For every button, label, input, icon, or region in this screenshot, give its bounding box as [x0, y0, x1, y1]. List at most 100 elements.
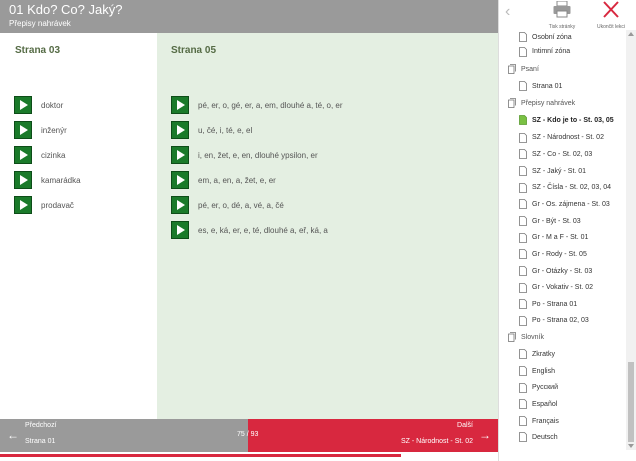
scroll-up-arrow-icon[interactable]: [628, 32, 634, 36]
current-page-icon: [519, 115, 527, 125]
play-icon: [176, 125, 185, 135]
tree-item-label: Deutsch: [532, 433, 558, 441]
audio-row-text: doktor: [41, 100, 64, 110]
tree-item[interactable]: Zkratky: [519, 347, 555, 361]
close-icon: [603, 1, 619, 18]
tree-item[interactable]: Strana 01: [519, 79, 562, 93]
tree-item[interactable]: Gr - M a F - St. 01: [519, 231, 588, 245]
tree-item-label: Gr - M a F - St. 01: [532, 234, 589, 241]
tree-item[interactable]: Русский: [519, 381, 558, 395]
tree-item-label: Přepisy nahrávek: [521, 99, 576, 107]
tree-item[interactable]: Po - Strana 01: [519, 297, 577, 311]
folder-pages-icon: [508, 332, 516, 342]
scroll-down-arrow-icon[interactable]: [628, 444, 634, 448]
play-icon: [19, 200, 28, 210]
play-audio-button[interactable]: [14, 196, 32, 214]
tree-group-header: Slovník: [508, 330, 544, 344]
folder-pages-icon: [508, 64, 516, 74]
tree-item-label: Psaní: [521, 65, 539, 73]
audio-row-text: kamarádka: [41, 175, 81, 185]
tree-item-label: SZ - Co - St. 02, 03: [532, 150, 593, 158]
audio-row: em, a, en, a, žet, e, er: [171, 171, 276, 189]
tree-item[interactable]: Gr - Vokativ - St. 02: [519, 281, 593, 295]
back-chevron-icon[interactable]: ‹: [505, 3, 510, 21]
play-icon: [19, 175, 28, 185]
lesson-progress-fill: [0, 454, 402, 457]
tree-item[interactable]: Gr - Os. zájmena - St. 03: [519, 197, 610, 211]
tree-item[interactable]: SZ - Co - St. 02, 03: [519, 147, 592, 161]
page-icon: [519, 182, 527, 193]
tree-item[interactable]: Deutsch: [519, 430, 558, 444]
column-heading: Strana 05: [171, 45, 217, 56]
tree-item-label: Gr - Vokativ - St. 02: [532, 284, 594, 291]
page-header: 01 Kdo? Co? Jaký? Přepisy nahrávek: [0, 0, 498, 33]
page-icon: [519, 315, 527, 326]
audio-row-text: prodavač: [41, 200, 74, 210]
tree-item-label: Español: [532, 400, 558, 408]
page-icon: [519, 416, 527, 426]
audio-row: pé, er, o, gé, er, a, em, dlouhé a, té, …: [171, 96, 343, 114]
tree-item-current[interactable]: SZ - Kdo je to - St. 03, 05: [519, 113, 614, 127]
tree-item-label: Français: [532, 417, 559, 425]
previous-target: Strana 01: [25, 438, 56, 445]
play-audio-button[interactable]: [171, 96, 189, 114]
play-audio-button[interactable]: [171, 121, 189, 139]
previous-button[interactable]: ← Předchozí Strana 01: [0, 419, 248, 452]
page-icon: [519, 299, 527, 309]
page-navigation: ← Předchozí Strana 01 75 / 93 → Další SZ…: [0, 419, 498, 452]
play-icon: [176, 200, 185, 210]
tree-item[interactable]: Osobní zóna: [519, 30, 572, 44]
play-audio-button[interactable]: [171, 196, 189, 214]
play-icon: [176, 175, 185, 185]
tree-item-label: Intimní zóna: [532, 48, 571, 55]
tree-item[interactable]: SZ - Jaký - St. 01: [519, 164, 586, 178]
tree-item[interactable]: English: [519, 364, 555, 378]
play-audio-button[interactable]: [171, 221, 189, 239]
print-button[interactable]: Tisk stránky: [541, 0, 583, 30]
audio-row-text: inženýr: [41, 125, 67, 135]
tree-item[interactable]: Po - Strana 02, 03: [519, 314, 589, 328]
tree-item-label: Gr - Os. zájmena - St. 03: [532, 200, 610, 208]
tree-item[interactable]: Gr - Rody - St. 05: [519, 247, 587, 261]
play-audio-button[interactable]: [171, 171, 189, 189]
tree-item[interactable]: SZ - Národnost - St. 02: [519, 131, 604, 145]
audio-row-text: es, e, ká, er, e, té, dlouhé a, eř, ká, …: [198, 225, 328, 235]
audio-row: cizinka: [14, 146, 65, 164]
page-icon: [519, 366, 527, 376]
tree-item[interactable]: Gr - Být - St. 03: [519, 214, 581, 228]
audio-row: kamarádka: [14, 171, 81, 189]
next-button[interactable]: → Další SZ - Národnost - St. 02: [248, 419, 498, 452]
main-area: 01 Kdo? Co? Jaký? Přepisy nahrávek Stran…: [0, 0, 498, 461]
page-icon: [519, 349, 527, 359]
audio-row-text: cizinka: [41, 150, 66, 160]
tree-item-label: SZ - Kdo je to - St. 03, 05: [532, 116, 614, 124]
exit-lesson-button[interactable]: Ukončit lekci: [589, 0, 633, 30]
tree-item[interactable]: Español: [519, 397, 557, 411]
scroll-thumb[interactable]: [628, 362, 634, 442]
play-audio-button[interactable]: [14, 146, 32, 164]
tree-item-label: SZ - Čísla - St. 02, 03, 04: [532, 184, 611, 191]
page-icon: [519, 149, 527, 159]
play-audio-button[interactable]: [14, 96, 32, 114]
page-title: 01 Kdo? Co? Jaký?: [9, 2, 123, 17]
play-audio-button[interactable]: [14, 171, 32, 189]
play-audio-button[interactable]: [171, 146, 189, 164]
tree-item[interactable]: Intimní zóna: [519, 45, 570, 59]
tree-item-label: Gr - Otázky - St. 03: [532, 267, 593, 275]
page-icon: [519, 249, 527, 259]
page-icon: [519, 432, 527, 442]
lesson-progress-bar: [0, 452, 498, 461]
play-icon: [19, 125, 28, 135]
tree-item[interactable]: SZ - Čísla - St. 02, 03, 04: [519, 181, 611, 195]
page-icon: [519, 81, 527, 91]
tree-item[interactable]: Gr - Otázky - St. 03: [519, 264, 592, 278]
audio-row: inženýr: [14, 121, 67, 139]
sidebar-scrollbar[interactable]: [626, 30, 636, 450]
tree-item[interactable]: Français: [519, 414, 559, 428]
tree-item-label: SZ - Jaký - St. 01: [532, 167, 587, 175]
play-audio-button[interactable]: [14, 121, 32, 139]
tree-group-header: Přepisy nahrávek: [508, 96, 575, 110]
tree-item-label: English: [532, 367, 555, 375]
audio-row: u, čé, i, té, e, el: [171, 121, 252, 139]
page-icon: [519, 46, 527, 57]
